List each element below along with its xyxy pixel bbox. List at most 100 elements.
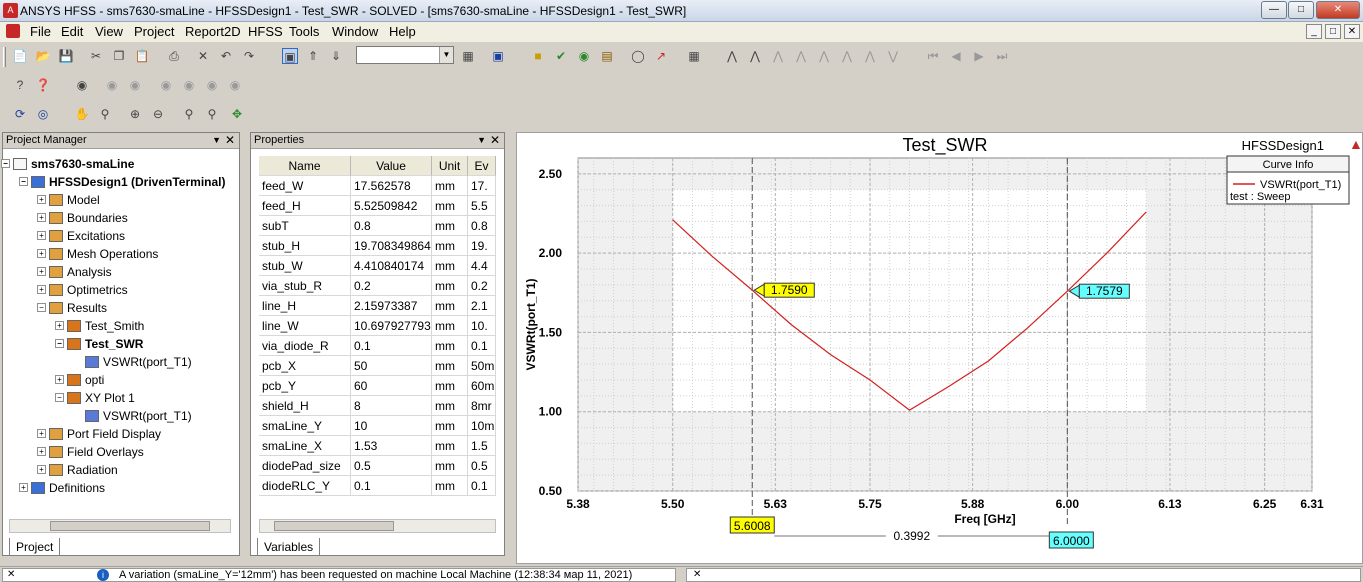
table-cell[interactable]: 1.53 (351, 436, 432, 456)
expand-icon[interactable]: + (19, 483, 28, 492)
tree-item[interactable]: + Radiation (37, 461, 118, 479)
data-table-icon[interactable]: ▦ (686, 48, 702, 64)
table-row[interactable]: smaLine_X 1.53 mm 1.5 (259, 436, 496, 456)
table-cell[interactable]: mm (432, 376, 468, 396)
pan-icon[interactable]: ✋ (74, 106, 90, 122)
table-row[interactable]: feed_W 17.562578 mm 17. (259, 176, 496, 196)
tree-item[interactable]: + Optimetrics (37, 281, 128, 299)
table-cell[interactable]: 17. (468, 176, 496, 196)
column-header[interactable]: Name (259, 156, 351, 176)
table-cell[interactable]: 10. (468, 316, 496, 336)
zoom-icon[interactable]: ⚲ (97, 106, 113, 122)
marker-peak-icon[interactable]: ⋀ (839, 48, 855, 64)
table-cell[interactable]: diodeRLC_Y (259, 476, 351, 496)
table-cell[interactable]: 2.15973387 (351, 296, 432, 316)
table-cell[interactable]: pcb_X (259, 356, 351, 376)
expand-icon[interactable]: + (37, 465, 46, 474)
tree-item[interactable]: + Definitions (19, 479, 105, 497)
table-cell[interactable]: subT (259, 216, 351, 236)
expand-icon[interactable]: + (37, 447, 46, 456)
chevron-down-icon[interactable]: ▼ (439, 47, 453, 63)
table-cell[interactable]: mm (432, 256, 468, 276)
menu-report2d[interactable]: Report2D (185, 24, 241, 39)
axes-icon[interactable]: ✥ (229, 106, 245, 122)
horizontal-scrollbar[interactable] (9, 519, 231, 533)
table-cell[interactable]: via_diode_R (259, 336, 351, 356)
eye-icon[interactable]: ◉ (74, 77, 90, 93)
minimize-button[interactable]: — (1261, 1, 1287, 19)
scroll-thumb[interactable] (274, 521, 394, 531)
fit-all-icon[interactable]: ⚲ (204, 106, 220, 122)
scroll-thumb[interactable] (50, 521, 210, 531)
close-icon[interactable]: ✕ (490, 133, 500, 148)
table-cell[interactable]: 19. (468, 236, 496, 256)
marker-dip-icon[interactable]: ⋀ (862, 48, 878, 64)
marker-clear-icon[interactable]: ⋁ (885, 48, 901, 64)
menu-tools[interactable]: Tools (289, 24, 319, 39)
restore-button[interactable]: □ (1288, 1, 1314, 19)
column-header[interactable]: Ev (468, 156, 496, 176)
table-row[interactable]: via_stub_R 0.2 mm 0.2 (259, 276, 496, 296)
document-icon[interactable] (6, 24, 20, 38)
table-cell[interactable]: stub_W (259, 256, 351, 276)
delete-icon[interactable]: ✕ (195, 48, 211, 64)
expand-icon[interactable]: + (37, 429, 46, 438)
tab-variables[interactable]: Variables (257, 538, 321, 556)
expand-icon[interactable]: + (37, 285, 46, 294)
table-cell[interactable]: 0.1 (468, 336, 496, 356)
table-row[interactable]: stub_W 4.410840174 mm 4.4 (259, 256, 496, 276)
table-row[interactable]: via_diode_R 0.1 mm 0.1 (259, 336, 496, 356)
tree-item[interactable]: + Port Field Display (37, 425, 161, 443)
marker-min-icon[interactable]: ⋀ (747, 48, 763, 64)
close-icon[interactable]: ✕ (225, 133, 235, 148)
view-all-icon[interactable]: ◉ (127, 77, 143, 93)
table-cell[interactable]: 1.5 (468, 436, 496, 456)
redo-icon[interactable]: ↷ (241, 48, 257, 64)
tree-item[interactable]: + Field Overlays (37, 443, 144, 461)
table-cell[interactable]: 0.2 (351, 276, 432, 296)
table-cell[interactable]: 0.5 (468, 456, 496, 476)
tab-project[interactable]: Project (9, 538, 61, 556)
table-cell[interactable]: line_H (259, 296, 351, 316)
table-cell[interactable]: line_W (259, 316, 351, 336)
toolbar-grip[interactable] (3, 47, 6, 67)
horizontal-scrollbar[interactable] (259, 519, 496, 533)
menu-hfss[interactable]: HFSS (248, 24, 283, 39)
cut-icon[interactable]: ✂ (88, 48, 104, 64)
menu-help[interactable]: Help (389, 24, 416, 39)
table-cell[interactable]: 50m (468, 356, 496, 376)
expand-icon[interactable]: − (55, 393, 64, 402)
expand-icon[interactable]: + (55, 321, 64, 330)
select-object-icon[interactable]: ▣ (282, 48, 298, 64)
context-help-icon[interactable]: ❓ (35, 77, 51, 93)
save-icon[interactable]: 💾 (58, 48, 74, 64)
table-cell[interactable]: 8mr (468, 396, 496, 416)
tree-item[interactable]: VSWRt(port_T1) (85, 353, 192, 371)
table-row[interactable]: shield_H 8 mm 8mr (259, 396, 496, 416)
previous-icon[interactable]: ◀ (948, 48, 964, 64)
close-icon[interactable]: ✕ (693, 569, 701, 580)
table-cell[interactable]: 4.410840174 (351, 256, 432, 276)
table-cell[interactable]: mm (432, 436, 468, 456)
table-cell[interactable]: mm (432, 416, 468, 436)
close-button[interactable]: ✕ (1316, 1, 1360, 19)
table-cell[interactable]: 10.697927793 (351, 316, 432, 336)
report-icon[interactable]: ↗ (653, 48, 669, 64)
tree-item[interactable]: − Results (37, 299, 107, 317)
show-all-icon[interactable]: ◉ (204, 77, 220, 93)
table-cell[interactable]: 8 (351, 396, 432, 416)
expand-icon[interactable]: − (55, 339, 64, 348)
vswr-chart[interactable]: 5.38 5.50 5.63 5.75 5.88 6.00 6.13 6.25 6.310.50… (517, 133, 1363, 563)
table-row[interactable]: feed_H 5.52509842 mm 5.5 (259, 196, 496, 216)
tree-item[interactable]: + opti (55, 371, 104, 389)
show-icon[interactable]: ◉ (158, 77, 174, 93)
hide-icon[interactable]: ◉ (181, 77, 197, 93)
zoom-out-icon[interactable]: ⊖ (150, 106, 166, 122)
query-icon[interactable]: ▣ (490, 48, 506, 64)
table-cell[interactable]: mm (432, 176, 468, 196)
tree-item[interactable]: − sms7630-smaLine (1, 155, 134, 173)
tree-item[interactable]: + Test_Smith (55, 317, 144, 335)
table-cell[interactable]: via_stub_R (259, 276, 351, 296)
mdi-close-button[interactable]: ✕ (1344, 24, 1360, 39)
menu-window[interactable]: Window (332, 24, 378, 39)
